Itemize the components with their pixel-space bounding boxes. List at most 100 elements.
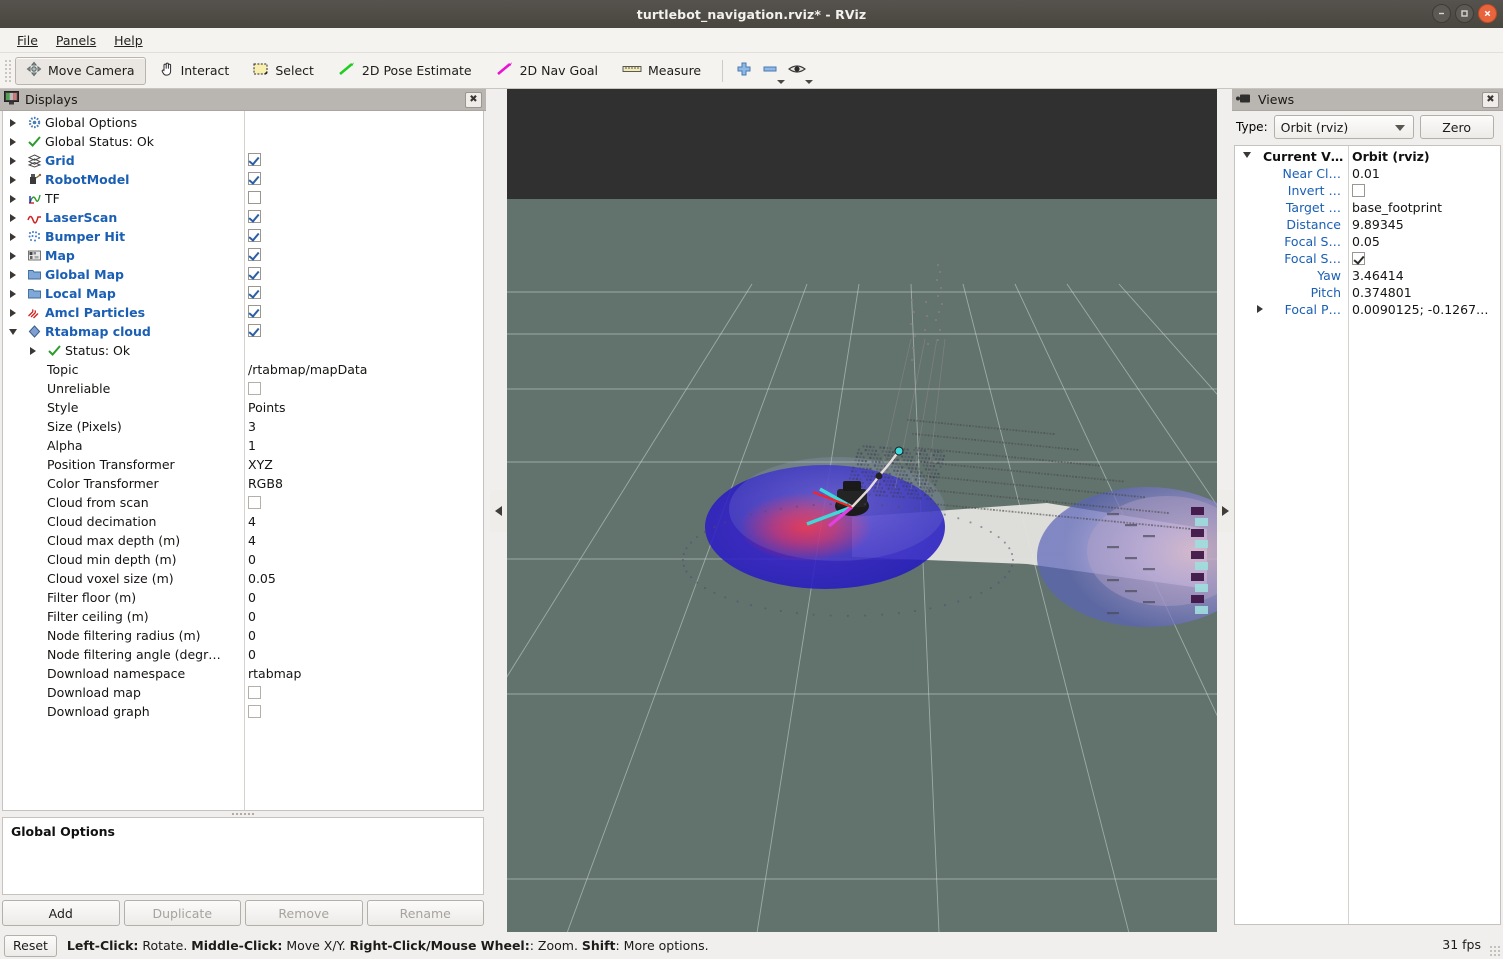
views-property-row[interactable]: Pitch 0.374801 — [1235, 284, 1500, 301]
property-value[interactable]: 0 — [248, 628, 256, 643]
minimize-button[interactable] — [1432, 4, 1451, 23]
views-tree[interactable]: Current V… Orbit (rviz) Near Cl… 0.01 Invert… — [1234, 145, 1501, 925]
displays-tree[interactable]: Global Options Global Status: Ok Grid Robot… — [2, 111, 484, 811]
views-property-value[interactable]: base_footprint — [1352, 200, 1442, 215]
property-row[interactable]: Node filtering radius (m) 0 — [3, 626, 483, 645]
collapse-left-panel-button[interactable] — [490, 490, 507, 532]
display-item-global-options[interactable]: Global Options — [3, 113, 483, 132]
property-value[interactable]: 4 — [248, 533, 256, 548]
zoom-in-tool[interactable] — [731, 57, 757, 85]
tool-interact[interactable]: Interact — [148, 57, 241, 85]
expand-arrow-closed-icon[interactable] — [3, 251, 23, 260]
menu-help[interactable]: Help — [105, 30, 152, 51]
expand-arrow-closed-icon[interactable] — [23, 346, 43, 355]
expand-arrow-open-icon[interactable] — [3, 328, 23, 335]
views-property-row[interactable]: Focal P… 0.0090125; -0.1267… — [1235, 301, 1500, 318]
views-property-checkbox[interactable] — [1352, 252, 1365, 265]
views-property-value[interactable]: 0.0090125; -0.1267… — [1352, 302, 1489, 317]
zoom-out-tool[interactable] — [757, 57, 786, 85]
views-property-row[interactable]: Focal S… 0.05 — [1235, 233, 1500, 250]
display-item-map[interactable]: Map — [3, 246, 483, 265]
views-property-checkbox[interactable] — [1352, 184, 1365, 197]
tool-2d-pose-estimate[interactable]: 2D Pose Estimate — [327, 57, 483, 85]
tool-move-camera[interactable]: Move Camera — [15, 56, 146, 85]
property-row[interactable]: Size (Pixels) 3 — [3, 417, 483, 436]
display-enable-checkbox[interactable] — [248, 210, 261, 223]
display-enable-checkbox[interactable] — [248, 229, 261, 242]
display-item-rtabmap-cloud[interactable]: Rtabmap cloud — [3, 322, 483, 341]
property-row[interactable]: Cloud min depth (m) 0 — [3, 550, 483, 569]
property-value[interactable]: /rtabmap/mapData — [248, 362, 367, 377]
expand-arrow-closed-icon[interactable] — [3, 213, 23, 222]
views-property-value[interactable]: 3.46414 — [1352, 268, 1404, 283]
property-row[interactable]: Node filtering angle (degr… 0 — [3, 645, 483, 664]
property-row[interactable]: Cloud voxel size (m) 0.05 — [3, 569, 483, 588]
property-value[interactable]: 0 — [248, 552, 256, 567]
property-value[interactable]: 0 — [248, 590, 256, 605]
views-close-icon[interactable]: ✖ — [1482, 91, 1499, 108]
expand-arrow-closed-icon[interactable] — [3, 118, 23, 127]
3d-viewport[interactable] — [507, 89, 1217, 933]
property-row[interactable]: Alpha 1 — [3, 436, 483, 455]
property-row[interactable]: Cloud from scan — [3, 493, 483, 512]
reset-button[interactable]: Reset — [4, 934, 57, 957]
zero-button[interactable]: Zero — [1419, 115, 1494, 139]
views-property-value[interactable]: 0.01 — [1352, 166, 1380, 181]
menu-file[interactable]: File — [8, 30, 47, 51]
property-value[interactable]: 3 — [248, 419, 256, 434]
tool-2d-nav-goal[interactable]: 2D Nav Goal — [485, 57, 609, 85]
menu-panels[interactable]: Panels — [47, 30, 105, 51]
property-checkbox[interactable] — [248, 686, 261, 699]
property-row[interactable]: Cloud max depth (m) 4 — [3, 531, 483, 550]
expand-arrow-closed-icon[interactable] — [3, 137, 23, 146]
property-value[interactable]: 0 — [248, 609, 256, 624]
views-property-value[interactable]: 0.05 — [1352, 234, 1380, 249]
display-item-bumper-hit[interactable]: Bumper Hit — [3, 227, 483, 246]
property-row[interactable]: Color Transformer RGB8 — [3, 474, 483, 493]
expand-arrow-closed-icon[interactable] — [3, 270, 23, 279]
property-value[interactable]: Points — [248, 400, 286, 415]
views-property-row[interactable]: Focal S… — [1235, 250, 1500, 267]
chevron-down-icon[interactable] — [805, 79, 814, 84]
property-row[interactable]: Unreliable — [3, 379, 483, 398]
views-property-row[interactable]: Near Cl… 0.01 — [1235, 165, 1500, 182]
visibility-tool[interactable] — [783, 57, 814, 85]
expand-arrow-closed-icon[interactable] — [3, 232, 23, 241]
display-item-tf[interactable]: TF — [3, 189, 483, 208]
property-value[interactable]: XYZ — [248, 457, 273, 472]
property-row[interactable]: Download map — [3, 683, 483, 702]
display-status-row[interactable]: Status: Ok — [3, 341, 483, 360]
display-enable-checkbox[interactable] — [248, 324, 261, 337]
toolbar-grip[interactable] — [4, 58, 12, 83]
views-current-view-row[interactable]: Current V… Orbit (rviz) — [1235, 148, 1500, 165]
property-row[interactable]: Style Points — [3, 398, 483, 417]
display-enable-checkbox[interactable] — [248, 153, 261, 166]
property-row[interactable]: Topic/rtabmap/mapData — [3, 360, 483, 379]
property-row[interactable]: Filter floor (m) 0 — [3, 588, 483, 607]
maximize-button[interactable] — [1455, 4, 1474, 23]
expand-arrow-closed-icon[interactable] — [3, 156, 23, 165]
tool-select[interactable]: Select — [242, 57, 325, 85]
expand-arrow-closed-icon[interactable] — [3, 289, 23, 298]
property-row[interactable]: Filter ceiling (m) 0 — [3, 607, 483, 626]
view-type-select[interactable]: Orbit (rviz) — [1273, 115, 1414, 139]
views-property-value[interactable]: 0.374801 — [1352, 285, 1412, 300]
property-value[interactable]: 0 — [248, 647, 256, 662]
property-checkbox[interactable] — [248, 705, 261, 718]
display-item-robotmodel[interactable]: RobotModel — [3, 170, 483, 189]
expand-arrow-closed-icon[interactable] — [3, 175, 23, 184]
property-value[interactable]: 4 — [248, 514, 256, 529]
close-button[interactable] — [1478, 4, 1497, 23]
display-enable-checkbox[interactable] — [248, 248, 261, 261]
property-value[interactable]: rtabmap — [248, 666, 301, 681]
display-item-amcl-particles[interactable]: Amcl Particles — [3, 303, 483, 322]
property-value[interactable]: 0.05 — [248, 571, 276, 586]
display-enable-checkbox[interactable] — [248, 267, 261, 280]
property-value[interactable]: RGB8 — [248, 476, 283, 491]
display-item-global-status-ok[interactable]: Global Status: Ok — [3, 132, 483, 151]
property-checkbox[interactable] — [248, 382, 261, 395]
property-value[interactable]: 1 — [248, 438, 256, 453]
resize-grip[interactable] — [1489, 945, 1501, 957]
expand-arrow-open-icon[interactable] — [1243, 152, 1251, 158]
add-button[interactable]: Add — [2, 900, 120, 926]
